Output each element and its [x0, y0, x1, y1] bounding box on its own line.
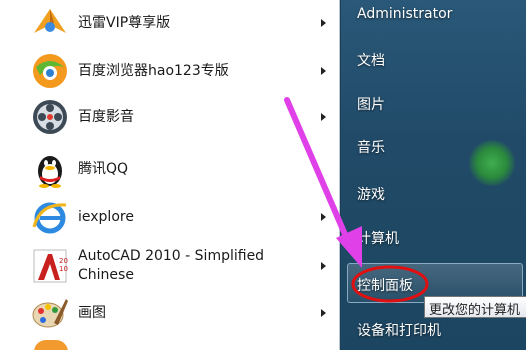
- baidu-player-icon: [30, 97, 70, 137]
- program-label: 百度浏览器hao123专版: [78, 62, 229, 79]
- submenu-arrow-icon: [321, 67, 326, 75]
- program-list-pane: 迅雷VIP尊享版 百度浏览器hao123专版 百度影音 腾讯QQ iexplor…: [0, 0, 340, 350]
- program-item-autocad[interactable]: 20 10 AutoCAD 2010 - Simplified Chinese: [30, 242, 336, 290]
- menu-item-administrator[interactable]: Administrator: [357, 6, 452, 22]
- svg-text:10: 10: [59, 265, 68, 273]
- menu-item-devices-printers[interactable]: 设备和打印机: [357, 320, 441, 340]
- program-item-iexplore[interactable]: iexplore: [30, 196, 336, 238]
- paint-palette-icon: [30, 293, 70, 333]
- baidu-browser-icon: [30, 51, 70, 91]
- menu-item-computer[interactable]: 计算机: [357, 228, 399, 248]
- program-item-paint[interactable]: 画图: [30, 292, 336, 334]
- program-label: 百度影音: [78, 108, 134, 125]
- program-item-baidu-player[interactable]: 百度影音: [30, 96, 336, 138]
- thunder-bird-icon: [30, 3, 70, 43]
- program-item-baidu-browser[interactable]: 百度浏览器hao123专版: [30, 50, 336, 92]
- partial-program-icon: [34, 340, 68, 350]
- submenu-arrow-icon: [321, 113, 326, 121]
- svg-text:20: 20: [59, 257, 68, 265]
- qq-penguin-icon: [30, 149, 70, 189]
- autocad-icon: 20 10: [30, 246, 70, 286]
- program-label: 腾讯QQ: [78, 160, 129, 177]
- menu-item-music[interactable]: 音乐: [357, 137, 385, 157]
- submenu-arrow-icon: [321, 309, 326, 317]
- menu-item-games[interactable]: 游戏: [357, 184, 385, 204]
- user-picture-glow: [469, 140, 515, 186]
- menu-item-control-panel[interactable]: 控制面板: [357, 275, 413, 295]
- menu-item-documents[interactable]: 文档: [357, 50, 385, 70]
- submenu-arrow-icon: [321, 262, 326, 270]
- submenu-arrow-icon: [321, 19, 326, 27]
- program-label: 画图: [78, 304, 106, 321]
- menu-item-pictures[interactable]: 图片: [357, 94, 385, 114]
- program-item-qq[interactable]: 腾讯QQ: [30, 148, 336, 190]
- program-item-thunder[interactable]: 迅雷VIP尊享版: [30, 2, 336, 44]
- control-panel-tooltip: 更改您的计算机: [424, 296, 526, 318]
- internet-explorer-icon: [30, 197, 70, 237]
- submenu-arrow-icon: [321, 213, 326, 221]
- program-label: AutoCAD 2010 - Simplified Chinese: [78, 248, 265, 283]
- program-label: iexplore: [78, 208, 134, 225]
- program-label: 迅雷VIP尊享版: [78, 14, 171, 31]
